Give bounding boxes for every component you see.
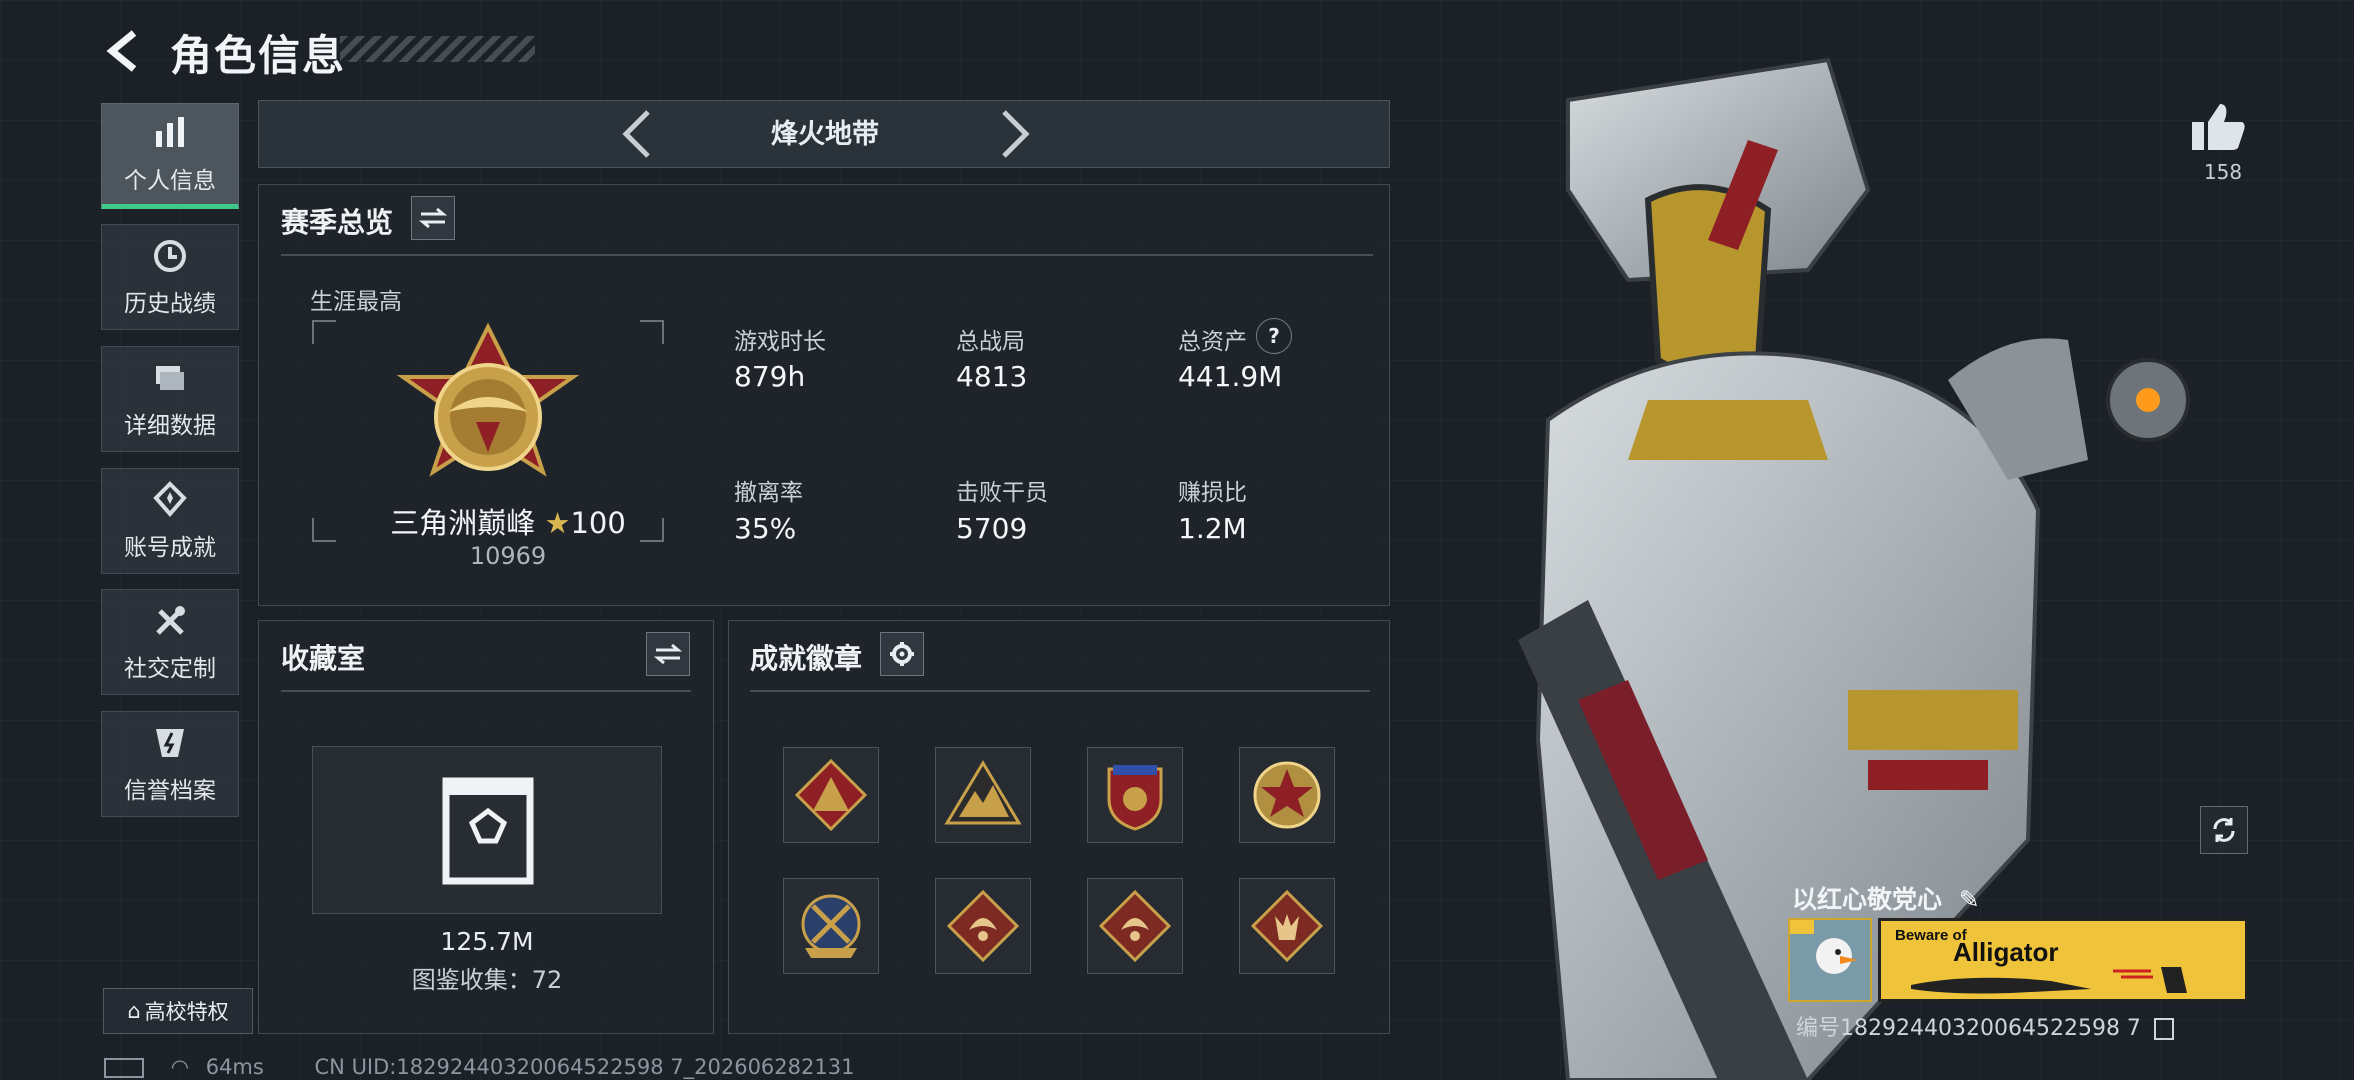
stat-label: 撤离率 bbox=[734, 480, 803, 506]
battery-icon bbox=[104, 1058, 144, 1078]
sidebar-item-details[interactable]: 详细数据 bbox=[101, 346, 239, 452]
stat-label: 总资产 bbox=[1178, 329, 1247, 355]
sidebar-item-label: 个人信息 bbox=[124, 168, 216, 194]
alligator-illustration-icon bbox=[1911, 967, 2187, 994]
copy-icon[interactable] bbox=[2153, 1018, 2174, 1040]
chevron-right-icon[interactable] bbox=[994, 106, 1034, 162]
rank-emblem-icon bbox=[396, 322, 580, 477]
rank-title: 三角洲巅峰 ★100 bbox=[366, 500, 650, 542]
shield-badge-icon[interactable] bbox=[1087, 747, 1183, 843]
bar-chart-icon bbox=[156, 117, 184, 147]
tools-icon bbox=[156, 606, 185, 635]
player-nickname: 以红心敬党心 ✎ bbox=[1792, 880, 1980, 916]
stat-value: 441.9M bbox=[1178, 360, 1283, 393]
ping-value: 64ms bbox=[205, 1055, 264, 1079]
page-title: 角色信息 bbox=[170, 31, 347, 80]
wifi-icon: ◠ bbox=[170, 1055, 190, 1079]
rank-stars: 100 bbox=[570, 506, 626, 540]
stat-label: 游戏时长 bbox=[734, 329, 826, 355]
gear-icon[interactable] bbox=[880, 632, 924, 676]
stat-value: 879h bbox=[734, 360, 806, 393]
section-divider bbox=[281, 690, 691, 692]
dragon-badge-icon[interactable] bbox=[935, 878, 1031, 974]
sidebar-item-label: 社交定制 bbox=[124, 656, 216, 682]
sidebar-item-label: 账号成就 bbox=[124, 535, 216, 561]
stat-value: 4813 bbox=[956, 360, 1028, 393]
dragon-badge-icon[interactable] bbox=[1087, 878, 1183, 974]
sidebar-item-label: 详细数据 bbox=[124, 413, 216, 439]
sidebar-item-history[interactable]: 历史战绩 bbox=[101, 224, 239, 330]
sidebar-item-personal-info[interactable]: 个人信息 bbox=[101, 103, 239, 209]
help-icon[interactable]: ? bbox=[1256, 318, 1292, 354]
swap-icon[interactable] bbox=[646, 632, 690, 676]
school-icon: ⌂ bbox=[127, 999, 141, 1023]
stat-value: 1.2M bbox=[1178, 512, 1247, 545]
stat-label: 击败干员 bbox=[956, 480, 1048, 506]
beast-badge-icon[interactable] bbox=[1239, 878, 1335, 974]
collection-title: 收藏室 bbox=[281, 642, 366, 675]
mountain-badge-icon[interactable] bbox=[935, 747, 1031, 843]
sidebar-item-label: 历史战绩 bbox=[124, 291, 216, 317]
swap-icon[interactable] bbox=[411, 196, 455, 240]
avatar[interactable] bbox=[1788, 918, 1872, 1002]
like-count: 158 bbox=[2203, 160, 2243, 184]
display-case-icon bbox=[442, 777, 534, 885]
collection-value: 125.7M bbox=[440, 927, 534, 956]
stat-value: 5709 bbox=[956, 512, 1028, 545]
campus-label: 高校特权 bbox=[144, 1000, 229, 1024]
medal-icon bbox=[153, 481, 187, 518]
sidebar-item-social[interactable]: 社交定制 bbox=[101, 589, 239, 695]
footer-uid: CN UID:18292440320064522598 7_2026062821… bbox=[314, 1055, 855, 1079]
sidebar-item-achievements[interactable]: 账号成就 bbox=[101, 468, 239, 574]
career-best-label: 生涯最高 bbox=[310, 289, 402, 315]
triangle-badge-icon[interactable] bbox=[783, 747, 879, 843]
nickname-text: 以红心敬党心 bbox=[1792, 885, 1943, 914]
player-id: 编号18292440320064522598 7 bbox=[1796, 1010, 2174, 1042]
achievements-title: 成就徽章 bbox=[750, 642, 863, 675]
star-badge-icon[interactable] bbox=[1239, 747, 1335, 843]
mode-name: 烽火地带 bbox=[771, 119, 879, 150]
sidebar-item-label: 信誉档案 bbox=[124, 778, 216, 804]
frame-corner bbox=[312, 518, 336, 542]
folder-icon bbox=[156, 366, 184, 390]
credit-shield-icon bbox=[156, 729, 184, 757]
season-overview-title: 赛季总览 bbox=[281, 206, 394, 239]
edit-pencil-icon[interactable]: ✎ bbox=[1959, 885, 1980, 914]
refresh-icon[interactable] bbox=[2200, 806, 2248, 854]
section-divider bbox=[281, 254, 1373, 256]
campus-privilege-button[interactable]: ⌂ 高校特权 bbox=[103, 988, 253, 1034]
catalog-count: 图鉴收集：72 bbox=[411, 966, 563, 994]
back-arrow-icon[interactable] bbox=[100, 24, 148, 78]
crossed-badge-icon[interactable] bbox=[783, 878, 879, 974]
frame-corner bbox=[640, 320, 664, 344]
section-divider bbox=[750, 690, 1370, 692]
rank-score: 10969 bbox=[469, 542, 547, 570]
status-bar: ◠ 64ms CN UID:18292440320064522598 7_202… bbox=[104, 1055, 854, 1079]
player-id-text: 编号18292440320064522598 7 bbox=[1796, 1016, 2141, 1041]
sidebar-item-credit[interactable]: 信誉档案 bbox=[101, 711, 239, 817]
stat-label: 总战局 bbox=[956, 329, 1025, 355]
thumbs-up-icon[interactable] bbox=[2188, 100, 2248, 152]
name-card[interactable]: Beware of Alligator bbox=[1878, 918, 2248, 1002]
chevron-left-icon[interactable] bbox=[618, 106, 658, 162]
frame-corner bbox=[312, 320, 336, 344]
title-decoration bbox=[340, 36, 535, 62]
stat-label: 赚损比 bbox=[1178, 480, 1247, 506]
history-clock-icon bbox=[154, 240, 186, 272]
star-icon: ★ bbox=[544, 506, 571, 540]
stat-value: 35% bbox=[734, 512, 797, 545]
rank-name: 三角洲巅峰 bbox=[390, 506, 536, 540]
